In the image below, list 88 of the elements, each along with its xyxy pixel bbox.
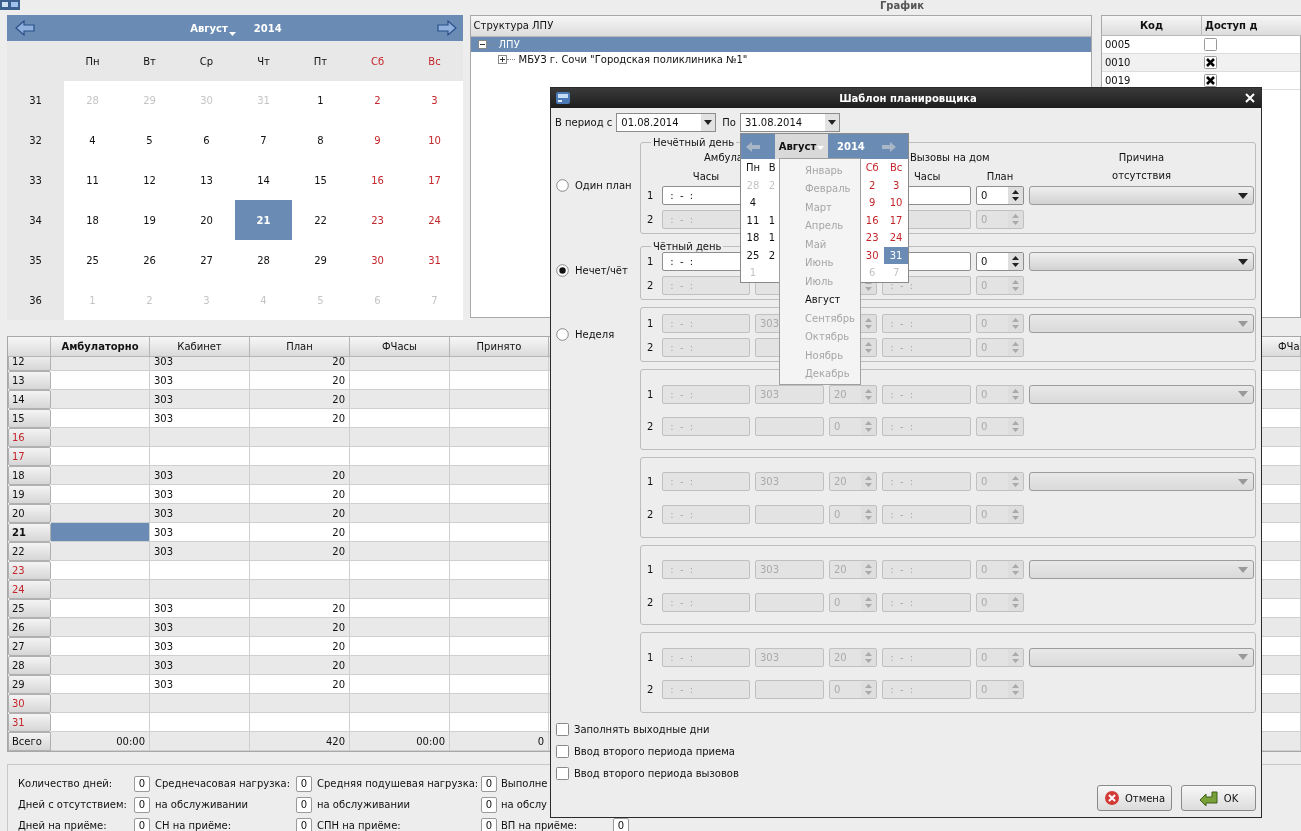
stat-label: Дней на приёме:	[18, 820, 108, 831]
stat-value: 0	[134, 775, 150, 792]
table-cell: 00:00	[51, 732, 150, 751]
row-number: 1	[647, 256, 655, 267]
table-cell: 303	[150, 390, 250, 409]
stat-label: Среднечасовая нагрузка:	[155, 778, 291, 789]
table-cell: 20	[250, 357, 350, 371]
row-number: 2	[647, 596, 655, 608]
table-cell: 303	[150, 504, 250, 523]
column-header: Доступ д	[1202, 16, 1301, 36]
column-header: План	[985, 171, 1015, 182]
row-number: 1	[647, 564, 655, 576]
weekday-label: В	[767, 161, 777, 176]
row-header: Всего	[8, 732, 51, 751]
stat-value: 0	[134, 796, 150, 813]
table-cell: 303	[150, 542, 250, 561]
stat-value: 0	[296, 796, 312, 813]
week-number: 31	[7, 81, 64, 121]
stat-label: СН на приёме:	[155, 820, 233, 831]
stat-value: 0	[134, 817, 150, 831]
stat-label: ВП на приёме:	[501, 820, 578, 831]
week-number: 35	[7, 240, 64, 281]
group-title: Чётный день	[652, 241, 723, 252]
row-number: 1	[647, 190, 655, 201]
stat-label: Количество дней:	[18, 778, 114, 789]
table-cell: 420	[250, 732, 350, 751]
row-number: 2	[647, 280, 655, 291]
stat-label: Дней с отсутствием:	[18, 799, 128, 810]
field-label: По	[722, 117, 736, 128]
stat-value: 0	[296, 775, 312, 792]
weekday-label: Вс	[888, 161, 904, 176]
field-label: В период с	[555, 117, 613, 128]
table-cell-text: 0005	[1104, 38, 1132, 52]
row-number: 1	[647, 651, 655, 663]
row-number: 2	[647, 342, 655, 353]
group-title: Нечётный день	[652, 137, 736, 148]
stat-label: СПН на приёме:	[317, 820, 402, 831]
table-cell: 20	[250, 504, 350, 523]
stat-label: на обслуживании	[317, 799, 411, 810]
row-number: 2	[647, 421, 655, 433]
window-title: График	[880, 0, 924, 12]
table-cell: 20	[250, 656, 350, 675]
week-number: 34	[7, 200, 64, 241]
row-number: 1	[647, 318, 655, 329]
row-number: 1	[647, 388, 655, 400]
column-header: Вызовы на дом	[909, 152, 991, 163]
table-cell: 303	[150, 357, 250, 371]
week-number: 36	[7, 280, 64, 320]
row-number: 2	[647, 508, 655, 520]
stat-value: 0	[481, 796, 497, 813]
weekday-label: Чт	[235, 41, 292, 81]
stat-label: Выполне	[501, 778, 549, 789]
stat-value: 0	[481, 817, 497, 831]
table-cell: 00:00	[350, 732, 450, 751]
stat-label: на обслуживании	[155, 799, 249, 810]
week-number: 32	[7, 120, 64, 161]
weekday-label: Пн	[744, 161, 761, 176]
dialog-title: Шаблон планировщика	[839, 92, 977, 104]
weekday-label: Пт	[292, 41, 349, 81]
row-number: 2	[647, 684, 655, 696]
table-cell-text: 0019	[1104, 74, 1132, 88]
table-cell: 303	[150, 656, 250, 675]
table-cell: 20	[250, 542, 350, 561]
weekday-label: Вт	[121, 41, 178, 81]
table-cell: 20	[250, 466, 350, 485]
column-header: Код	[1102, 16, 1202, 36]
weekday-label: Вс	[406, 41, 463, 81]
row-number: 1	[647, 476, 655, 488]
column-header: Часы	[691, 171, 721, 182]
column-header: Причина отсутствия	[1111, 151, 1172, 183]
table-cell: 0	[450, 732, 549, 751]
stat-label: Средняя подушевая нагрузка:	[317, 778, 480, 789]
table-cell-text: 0010	[1104, 56, 1132, 70]
table-cell: 20	[250, 618, 350, 637]
weekday-label: Пн	[64, 41, 121, 81]
stat-value: 0	[296, 817, 312, 831]
table-cell: 303	[150, 618, 250, 637]
column-header: Часы	[913, 171, 942, 182]
stat-value: 0	[481, 775, 497, 792]
weekday-label: Сб	[864, 161, 880, 176]
stat-label: на обслу	[501, 799, 548, 810]
weekday-label: Ср	[178, 41, 235, 81]
column-header: Структура ЛПУ	[470, 16, 1091, 37]
table-cell: 303	[150, 466, 250, 485]
table-cell: 20	[250, 390, 350, 409]
row-number: 2	[647, 214, 655, 225]
week-number: 33	[7, 160, 64, 201]
weekday-label: Сб	[349, 41, 406, 81]
